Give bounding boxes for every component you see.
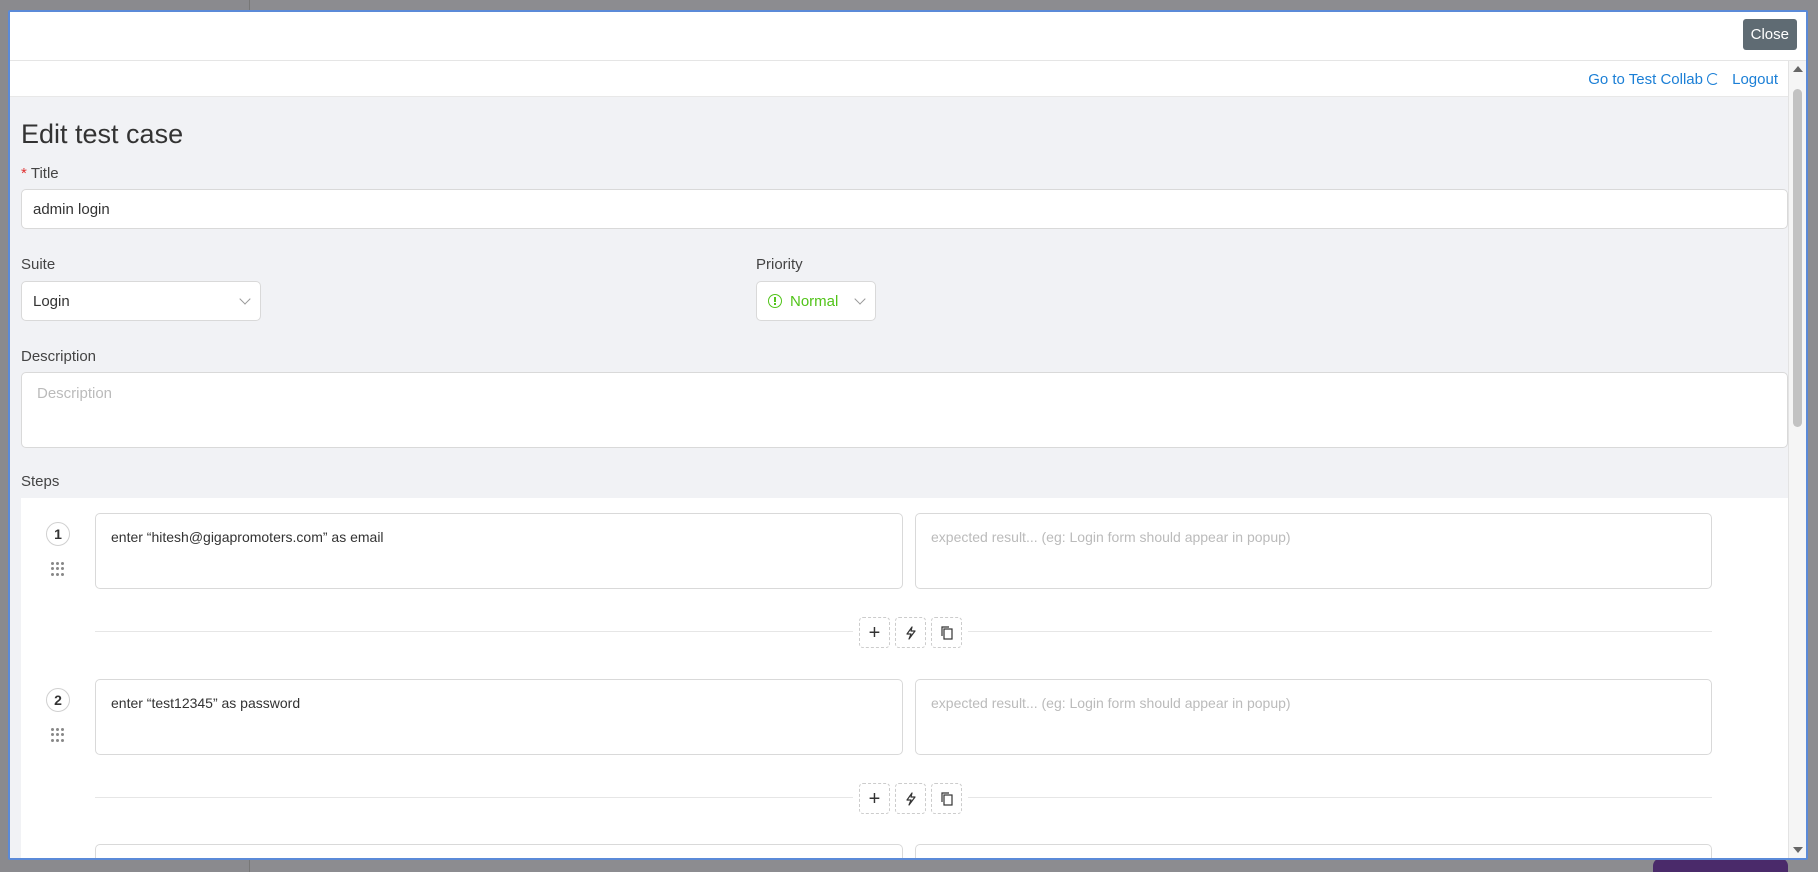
- step-number: 2: [46, 688, 70, 712]
- step-action-input[interactable]: enter “hitesh@gigapromoters.com” as emai…: [95, 513, 903, 589]
- add-step-button[interactable]: +: [859, 617, 890, 648]
- lightning-button[interactable]: [895, 617, 926, 648]
- step-tools: +: [853, 617, 968, 648]
- steps-label: Steps: [21, 473, 60, 490]
- plus-icon: +: [868, 621, 881, 644]
- title-input[interactable]: admin login: [21, 189, 1788, 229]
- scroll-down-arrow-icon[interactable]: [1793, 847, 1803, 853]
- copy-step-button[interactable]: [931, 617, 962, 648]
- edit-test-case-modal: Close Go to Test Collab Logout Edit test…: [8, 10, 1808, 860]
- step-row: 1 enter “hitesh@gigapromoters.com” as em…: [21, 513, 1788, 679]
- next-step-expected-input[interactable]: [915, 844, 1712, 858]
- info-icon: [768, 294, 782, 308]
- drag-handle-icon[interactable]: [51, 562, 65, 576]
- description-textarea[interactable]: Description: [21, 372, 1788, 448]
- priority-label: Priority: [756, 256, 803, 273]
- drag-handle-icon[interactable]: [51, 728, 65, 742]
- steps-panel: 1 enter “hitesh@gigapromoters.com” as em…: [21, 498, 1788, 858]
- lightning-icon: [904, 625, 918, 640]
- suite-column: Suite Login: [21, 256, 756, 321]
- title-label: * Title: [21, 165, 1778, 182]
- close-button[interactable]: Close: [1742, 19, 1797, 50]
- go-to-test-collab-link[interactable]: Go to Test Collab: [1588, 71, 1719, 88]
- go-to-test-collab-label: Go to Test Collab: [1588, 71, 1703, 88]
- lightning-icon: [904, 791, 918, 806]
- next-step-action-input[interactable]: [95, 844, 903, 858]
- modal-body: Go to Test Collab Logout Edit test case …: [10, 61, 1788, 858]
- plus-icon: +: [868, 787, 881, 810]
- scroll-up-arrow-icon[interactable]: [1793, 66, 1803, 72]
- copy-icon: [940, 625, 954, 640]
- chevron-down-icon: [854, 293, 866, 305]
- copy-icon: [940, 791, 954, 806]
- lightning-button[interactable]: [895, 783, 926, 814]
- logout-link[interactable]: Logout: [1732, 71, 1778, 88]
- modal-topbar: Go to Test Collab Logout: [10, 61, 1788, 97]
- copy-step-button[interactable]: [931, 783, 962, 814]
- modal-header: Close: [10, 12, 1806, 61]
- form-content: Edit test case * Title admin login Suite …: [10, 119, 1788, 858]
- step-number: 1: [46, 522, 70, 546]
- suite-value: Login: [33, 292, 70, 310]
- title-label-text: Title: [30, 165, 59, 182]
- page-title: Edit test case: [21, 119, 184, 149]
- priority-value: Normal: [790, 292, 839, 310]
- chevron-down-icon: [239, 293, 251, 305]
- scrollbar[interactable]: [1788, 61, 1806, 858]
- step-action-input[interactable]: enter “test12345” as password: [95, 679, 903, 755]
- add-step-button[interactable]: +: [859, 783, 890, 814]
- required-marker: *: [21, 165, 27, 182]
- logout-icon: [1707, 73, 1719, 85]
- priority-select[interactable]: Normal: [756, 281, 876, 321]
- step-tools: +: [853, 783, 968, 814]
- background-quickstart: [1653, 858, 1788, 872]
- step-expected-input[interactable]: expected result... (eg: Login form shoul…: [915, 679, 1712, 755]
- suite-priority-row: Suite Login Priority Normal: [21, 256, 1778, 321]
- priority-column: Priority Normal: [756, 256, 876, 321]
- suite-select[interactable]: Login: [21, 281, 261, 321]
- description-label: Description: [21, 348, 97, 365]
- step-row: 2 enter “test12345” as password expected…: [21, 679, 1788, 845]
- scroll-thumb[interactable]: [1793, 89, 1802, 427]
- step-expected-input[interactable]: expected result... (eg: Login form shoul…: [915, 513, 1712, 589]
- suite-label: Suite: [21, 256, 56, 273]
